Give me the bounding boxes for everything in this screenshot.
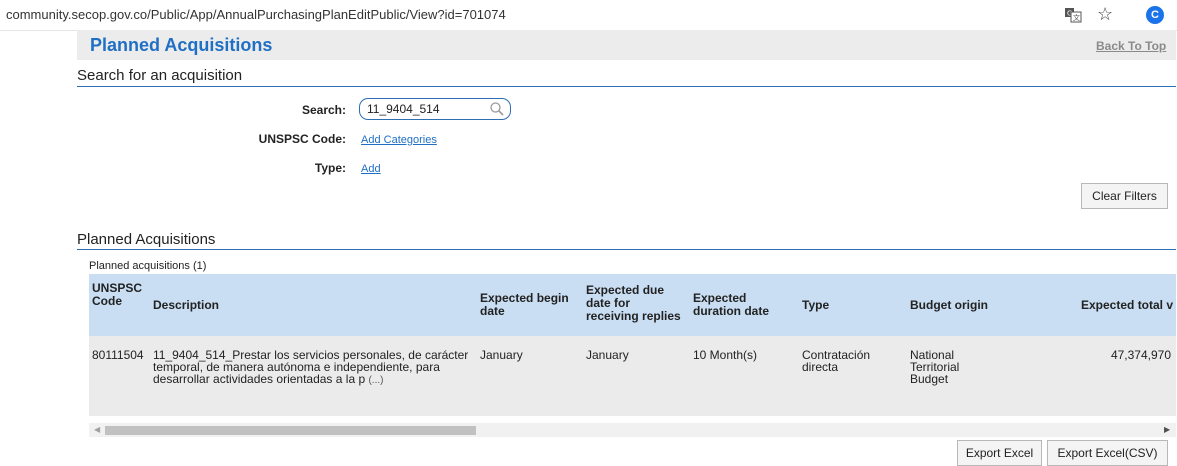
scrollbar-thumb[interactable]	[105, 426, 476, 435]
search-label: Search:	[301, 103, 346, 117]
column-header-type[interactable]: Type	[802, 299, 829, 312]
search-section-divider	[77, 86, 1176, 87]
export-csv-button[interactable]: Export Excel(CSV)	[1047, 440, 1168, 466]
horizontal-scrollbar[interactable]: ◀ ▶	[89, 423, 1176, 437]
column-header-begin-date[interactable]: Expected begin date	[480, 292, 580, 318]
back-to-top-link[interactable]: Back To Top	[1096, 39, 1166, 53]
avatar[interactable]: C	[1146, 6, 1164, 24]
star-icon[interactable]: ☆	[1097, 3, 1113, 25]
url-text[interactable]: community.secop.gov.co/Public/App/Annual…	[6, 7, 506, 22]
column-header-description[interactable]: Description	[153, 299, 219, 312]
column-header-unspsc[interactable]: UNSPSC Code	[92, 282, 142, 308]
cell-unspsc: 80111504	[92, 348, 144, 362]
table-header-row: UNSPSC Code Description Expected begin d…	[89, 274, 1176, 336]
column-header-duration[interactable]: Expected duration date	[693, 292, 783, 318]
column-header-due-date[interactable]: Expected due date for receiving replies	[586, 284, 686, 323]
cell-duration: 10 Month(s)	[693, 348, 758, 362]
scroll-right-icon[interactable]: ▶	[1164, 425, 1170, 434]
browser-address-bar: community.secop.gov.co/Public/App/Annual…	[0, 0, 1177, 31]
results-section-divider	[77, 249, 1176, 250]
cell-due-date: January	[586, 348, 629, 362]
cell-budget-origin: National Territorial Budget	[910, 348, 960, 386]
acquisitions-table: UNSPSC Code Description Expected begin d…	[89, 274, 1176, 416]
type-label: Type:	[314, 161, 346, 175]
cell-description-text: 11_9404_514_Prestar los servicios person…	[153, 348, 469, 386]
cell-type: Contratación directa	[802, 348, 871, 374]
search-icon[interactable]	[489, 101, 505, 117]
export-excel-button[interactable]: Export Excel	[957, 440, 1042, 466]
results-section-title: Planned Acquisitions	[77, 231, 216, 248]
add-categories-link[interactable]: Add Categories	[361, 134, 437, 146]
add-type-link[interactable]: Add	[361, 163, 381, 175]
results-count: Planned acquisitions (1)	[89, 260, 207, 272]
clear-filters-button[interactable]: Clear Filters	[1081, 183, 1168, 209]
translate-icon[interactable]: G 文	[1064, 6, 1082, 24]
column-header-total-value[interactable]: Expected total v	[1081, 299, 1173, 312]
cell-total-value: 47,374,970	[1110, 348, 1171, 362]
column-header-budget-origin[interactable]: Budget origin	[910, 299, 988, 312]
cell-begin-date: January	[480, 348, 523, 362]
unspsc-label: UNSPSC Code:	[258, 132, 346, 146]
svg-text:文: 文	[1073, 13, 1080, 22]
scroll-left-icon[interactable]: ◀	[94, 425, 100, 434]
cell-description: 11_9404_514_Prestar los servicios person…	[153, 349, 475, 387]
more-link[interactable]: (...)	[368, 375, 383, 386]
search-section-title: Search for an acquisition	[77, 67, 243, 84]
search-input[interactable]: 11_9404_514	[359, 98, 511, 120]
search-input-value[interactable]: 11_9404_514	[367, 102, 440, 116]
page-title: Planned Acquisitions	[90, 35, 273, 55]
